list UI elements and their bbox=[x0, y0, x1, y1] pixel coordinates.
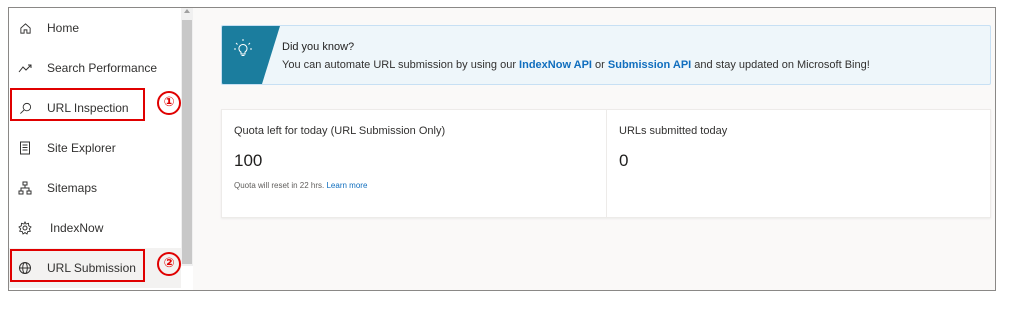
banner-text: You can automate URL submission by using… bbox=[282, 59, 870, 71]
sidebar-item-label: Sitemaps bbox=[47, 181, 98, 195]
sidebar-item-home[interactable]: Home bbox=[9, 8, 181, 48]
info-banner: Did you know? You can automate URL submi… bbox=[221, 25, 991, 85]
quota-reset-label: Quota will reset in 22 hrs. bbox=[234, 181, 327, 190]
banner-text-before: You can automate URL submission by using… bbox=[282, 59, 520, 71]
banner-text-middle: or bbox=[591, 59, 608, 71]
sidebar-item-site-explorer[interactable]: Site Explorer bbox=[9, 128, 181, 168]
banner-accent bbox=[222, 26, 280, 84]
quota-label: Quota left for today (URL Submission Onl… bbox=[234, 125, 446, 137]
quota-card: Quota left for today (URL Submission Onl… bbox=[221, 109, 991, 218]
highlight-box-url-submission bbox=[10, 249, 145, 282]
learn-more-link[interactable]: Learn more bbox=[326, 181, 367, 190]
card-divider bbox=[606, 110, 607, 217]
app-window: Home Search Performance URL Inspection S… bbox=[8, 7, 996, 291]
banner-title: Did you know? bbox=[282, 41, 355, 53]
quota-value: 100 bbox=[234, 151, 263, 170]
quota-reset-text: Quota will reset in 22 hrs. Learn more bbox=[234, 181, 367, 190]
main-content: Did you know? You can automate URL submi… bbox=[193, 8, 995, 290]
indexnow-api-link[interactable]: IndexNow API bbox=[519, 59, 592, 71]
sidebar-item-sitemaps[interactable]: Sitemaps bbox=[9, 168, 181, 208]
annotation-marker-2: ② bbox=[157, 252, 181, 276]
highlight-box-url-inspection bbox=[10, 88, 145, 121]
sitemap-icon bbox=[17, 180, 33, 196]
sidebar-item-label: Home bbox=[47, 21, 80, 35]
banner-text-after: and stay updated on Microsoft Bing! bbox=[691, 59, 870, 71]
document-icon bbox=[17, 140, 33, 156]
home-icon bbox=[17, 20, 33, 36]
sidebar-item-search-performance[interactable]: Search Performance bbox=[9, 48, 181, 88]
sidebar-nav: Home Search Performance URL Inspection S… bbox=[9, 8, 181, 290]
urls-submitted-value: 0 bbox=[619, 151, 629, 170]
scrollbar-thumb[interactable] bbox=[182, 20, 192, 264]
sidebar-item-label: IndexNow bbox=[50, 221, 104, 235]
sidebar-item-indexnow[interactable]: IndexNow bbox=[9, 208, 181, 248]
submission-api-link[interactable]: Submission API bbox=[608, 59, 691, 71]
urls-submitted-label: URLs submitted today bbox=[619, 125, 728, 137]
scroll-up-arrow-icon[interactable] bbox=[184, 9, 190, 13]
gear-icon bbox=[17, 220, 33, 236]
annotation-marker-1: ① bbox=[157, 91, 181, 115]
sidebar-item-label: Search Performance bbox=[47, 61, 158, 75]
sidebar-item-label: Site Explorer bbox=[47, 141, 116, 155]
trend-icon bbox=[17, 60, 33, 76]
